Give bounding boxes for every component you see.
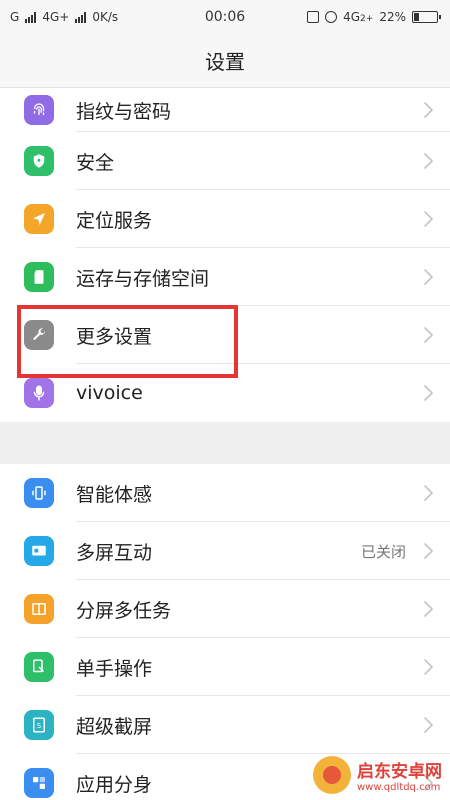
carrier-label: G: [10, 10, 20, 24]
network-2-label: 4G2+: [343, 10, 373, 24]
chevron-right-icon: [414, 211, 442, 227]
chevron-right-icon: [414, 717, 442, 733]
group2-item-0[interactable]: 智能体感: [0, 464, 450, 522]
speed-label: 0K/s: [92, 10, 119, 24]
screenshot-icon: S: [24, 710, 54, 740]
chevron-right-icon: [414, 485, 442, 501]
wrench-icon: [24, 320, 54, 350]
network-label: 4G+: [42, 10, 70, 24]
chevron-right-icon: [414, 385, 442, 401]
setting-label: 安全: [76, 151, 115, 174]
group1-item-5[interactable]: vivoice: [0, 364, 450, 422]
setting-value: 已关闭: [360, 542, 406, 561]
split-screen-icon: [24, 594, 54, 624]
chevron-right-icon: [414, 102, 442, 118]
watermark-text: 启东安卓网 www.qdltdq.com: [357, 757, 442, 793]
network-2-suffix: 2+: [360, 14, 374, 24]
settings-group-2: 智能体感 多屏互动 已关闭 分屏多任务 单手操作 S 超级截屏 应用分身: [0, 464, 450, 800]
setting-label: 更多设置: [76, 325, 153, 348]
status-right: 4G2+ 22%: [307, 10, 441, 24]
chevron-right-icon: [414, 153, 442, 169]
setting-label: 多屏互动: [76, 541, 153, 564]
phone-motion-icon: [24, 478, 54, 508]
chevron-right-icon: [414, 269, 442, 285]
watermark-name: 启东安卓网: [357, 762, 442, 782]
group1-item-3[interactable]: 运存与存储空间: [0, 248, 450, 306]
group1-item-2[interactable]: 定位服务: [0, 190, 450, 248]
screen-cast-icon: [24, 536, 54, 566]
battery-percent: 22%: [379, 10, 406, 24]
chevron-right-icon: [414, 659, 442, 675]
group2-item-2[interactable]: 分屏多任务: [0, 580, 450, 638]
sd-card-icon: [24, 262, 54, 292]
microphone-icon: [24, 378, 54, 408]
page-title: 设置: [205, 50, 245, 74]
setting-label: 定位服务: [76, 209, 153, 232]
chevron-right-icon: [414, 601, 442, 617]
setting-label: 分屏多任务: [76, 599, 172, 622]
status-left: G 4G+ 0K/s: [10, 10, 118, 24]
one-hand-icon: [24, 652, 54, 682]
group2-item-4[interactable]: S 超级截屏: [0, 696, 450, 754]
chevron-right-icon: [414, 327, 442, 343]
settings-group-1: 指纹与密码安全定位服务运存与存储空间 更多设置 vivoice: [0, 88, 450, 422]
group2-item-3[interactable]: 单手操作: [0, 638, 450, 696]
vibrate-icon: [307, 11, 320, 23]
setting-label: 指纹与密码: [76, 100, 172, 123]
setting-label: 运存与存储空间: [76, 267, 210, 290]
shield-icon: [24, 146, 54, 176]
app-clone-icon: [24, 768, 54, 798]
chevron-right-icon: [414, 543, 442, 559]
status-bar: G 4G+ 0K/s 00:06 4G2+ 22%: [0, 0, 450, 34]
group-divider: [0, 422, 450, 464]
setting-label: 智能体感: [76, 483, 153, 506]
setting-label: vivoice: [76, 382, 143, 404]
battery-icon: [412, 11, 441, 23]
battery-level: [414, 13, 419, 21]
watermark-url: www.qdltdq.com: [357, 782, 441, 793]
watermark: 启东安卓网 www.qdltdq.com: [313, 756, 442, 794]
setting-label: 超级截屏: [76, 715, 153, 738]
group1-item-1[interactable]: 安全: [0, 132, 450, 190]
group1-item-0[interactable]: 指纹与密码: [0, 88, 450, 132]
status-time: 00:06: [204, 9, 246, 25]
fingerprint-icon: [24, 95, 54, 125]
group2-item-1[interactable]: 多屏互动 已关闭: [0, 522, 450, 580]
svg-text:S: S: [37, 722, 41, 730]
header: 设置: [0, 34, 450, 88]
setting-label: 单手操作: [76, 657, 153, 680]
network-2-main: 4G: [343, 10, 361, 24]
group1-item-4[interactable]: 更多设置: [0, 306, 450, 364]
alarm-icon: [325, 11, 338, 23]
signal-icon-2: [75, 11, 87, 23]
signal-icon: [25, 11, 37, 23]
location-arrow-icon: [24, 204, 54, 234]
watermark-logo: [313, 756, 351, 794]
